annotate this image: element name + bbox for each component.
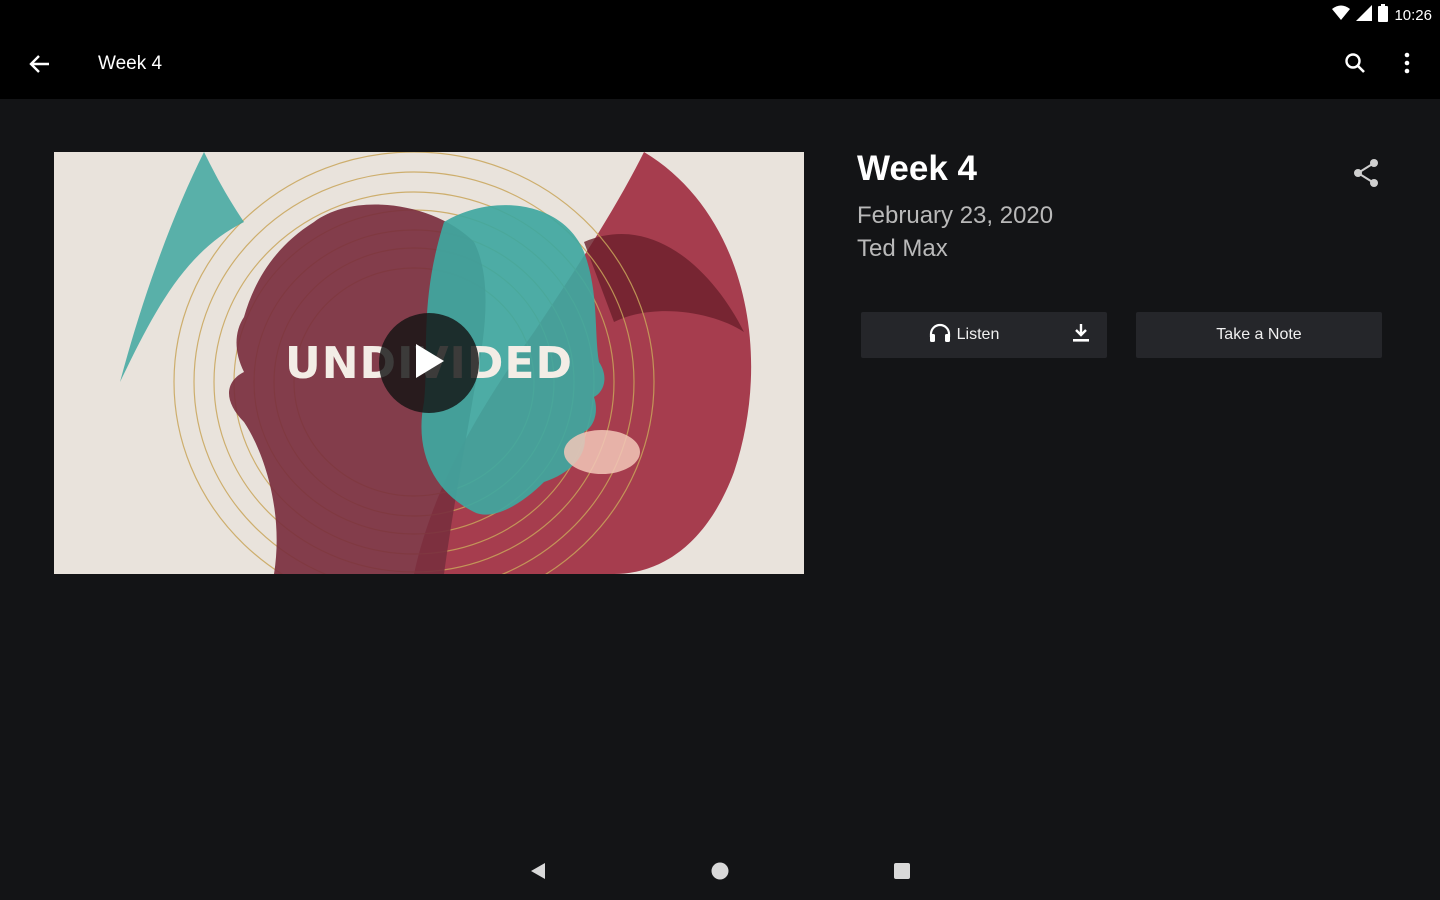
play-icon <box>412 342 446 385</box>
cell-signal-icon <box>1356 4 1373 26</box>
sermon-date: February 23, 2020 <box>857 202 1054 229</box>
play-button[interactable] <box>379 313 479 413</box>
status-icons: 10:26 <box>1332 3 1432 27</box>
status-time: 10:26 <box>1394 6 1432 24</box>
take-note-label: Take a Note <box>1216 326 1302 343</box>
headphones-icon <box>929 323 951 348</box>
nav-home-icon <box>710 861 730 886</box>
more-vert-icon <box>1404 52 1410 79</box>
search-button[interactable] <box>1336 46 1374 84</box>
share-button[interactable] <box>1346 155 1386 195</box>
nav-recents-button[interactable] <box>884 855 920 891</box>
arrow-back-icon <box>29 53 51 80</box>
sermon-detail: UNDIVIDED Week 4 February 23, 2020 Ted M… <box>0 99 1440 845</box>
app-bar: Week 4 <box>0 30 1440 99</box>
wifi-icon <box>1332 5 1351 26</box>
more-options-button[interactable] <box>1390 46 1424 84</box>
battery-icon <box>1378 3 1389 27</box>
nav-home-button[interactable] <box>702 855 738 891</box>
listen-label: Listen <box>956 326 1000 343</box>
system-nav-bar <box>0 845 1440 900</box>
share-icon <box>1352 158 1380 193</box>
back-button[interactable] <box>22 48 58 84</box>
listen-button[interactable]: Listen <box>861 312 1107 358</box>
search-icon <box>1344 52 1366 79</box>
nav-recents-icon <box>893 862 911 885</box>
sermon-title: Week 4 <box>857 149 977 188</box>
download-icon <box>1072 323 1090 348</box>
status-bar: 10:26 <box>0 0 1440 30</box>
listen-content: Listen <box>929 323 1000 348</box>
nav-back-icon <box>529 861 547 886</box>
app-bar-title: Week 4 <box>98 53 163 74</box>
take-note-button[interactable]: Take a Note <box>1136 312 1382 358</box>
download-button[interactable] <box>1067 321 1095 349</box>
sermon-video-thumbnail[interactable]: UNDIVIDED <box>54 152 804 574</box>
nav-back-button[interactable] <box>520 857 556 889</box>
sermon-speaker: Ted Max <box>857 235 948 262</box>
